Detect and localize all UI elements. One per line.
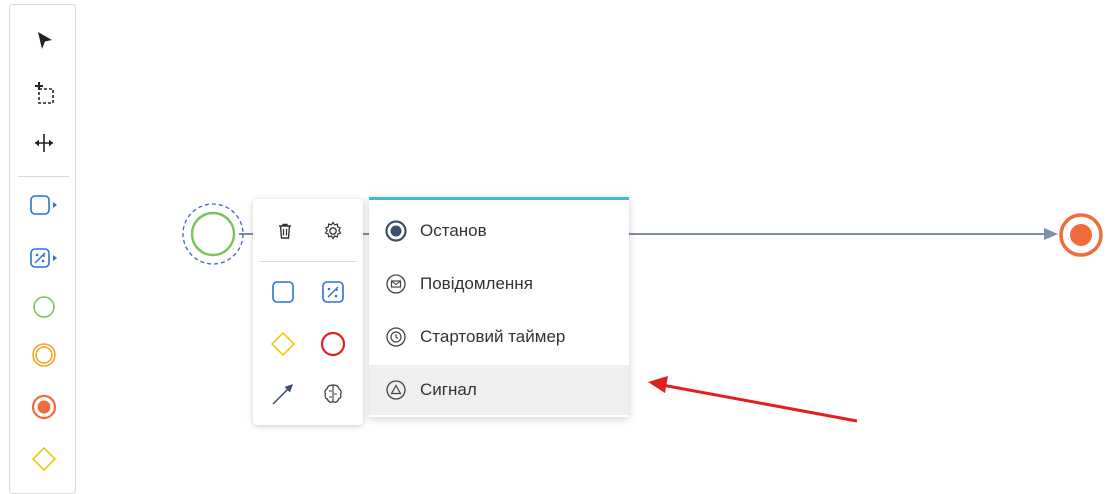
event-type-menu: Останов Повідомлення Стартовий таймер Си… [369, 197, 629, 417]
ai-brain-icon[interactable] [313, 374, 353, 414]
gear-icon[interactable] [313, 211, 353, 251]
tool-palette [9, 4, 76, 494]
menu-item-signal[interactable]: Сигнал [369, 365, 629, 415]
annotation-arrowhead [648, 376, 668, 393]
context-pad [253, 199, 363, 425]
space-tool-icon[interactable] [10, 123, 77, 163]
gateway-icon[interactable] [263, 324, 303, 364]
end-event-icon[interactable] [313, 324, 353, 364]
task-icon[interactable] [263, 272, 303, 312]
gateway-icon[interactable] [10, 439, 77, 479]
subprocess-icon[interactable] [10, 238, 77, 278]
start-event-icon[interactable] [10, 287, 77, 327]
menu-item-timer[interactable]: Стартовий таймер [369, 312, 629, 362]
menu-item-message[interactable]: Повідомлення [369, 259, 629, 309]
pointer-tool-icon[interactable] [10, 21, 77, 61]
menu-item-label: Стартовий таймер [420, 327, 566, 346]
intermediate-event-icon[interactable] [10, 335, 77, 375]
menu-item-label: Останов [420, 221, 487, 240]
subprocess-icon[interactable] [313, 272, 353, 312]
menu-item-label: Сигнал [420, 380, 477, 399]
trash-icon[interactable] [265, 211, 305, 251]
lasso-tool-icon[interactable] [10, 73, 77, 113]
end-event-icon[interactable] [10, 387, 77, 427]
menu-item-terminate[interactable]: Останов [369, 206, 629, 256]
context-pad-separator [259, 261, 357, 262]
end-event-fill [1070, 224, 1092, 246]
terminate-icon [385, 220, 407, 242]
timer-icon [385, 326, 407, 348]
menu-item-label: Повідомлення [420, 274, 533, 293]
signal-icon [385, 379, 407, 401]
task-icon[interactable] [10, 185, 77, 225]
palette-separator [18, 176, 69, 177]
flow-arrowhead [1044, 228, 1058, 240]
start-event[interactable] [190, 211, 236, 257]
message-icon [385, 273, 407, 295]
connection-arrow-icon[interactable] [263, 374, 303, 414]
annotation-arrow [661, 383, 858, 423]
